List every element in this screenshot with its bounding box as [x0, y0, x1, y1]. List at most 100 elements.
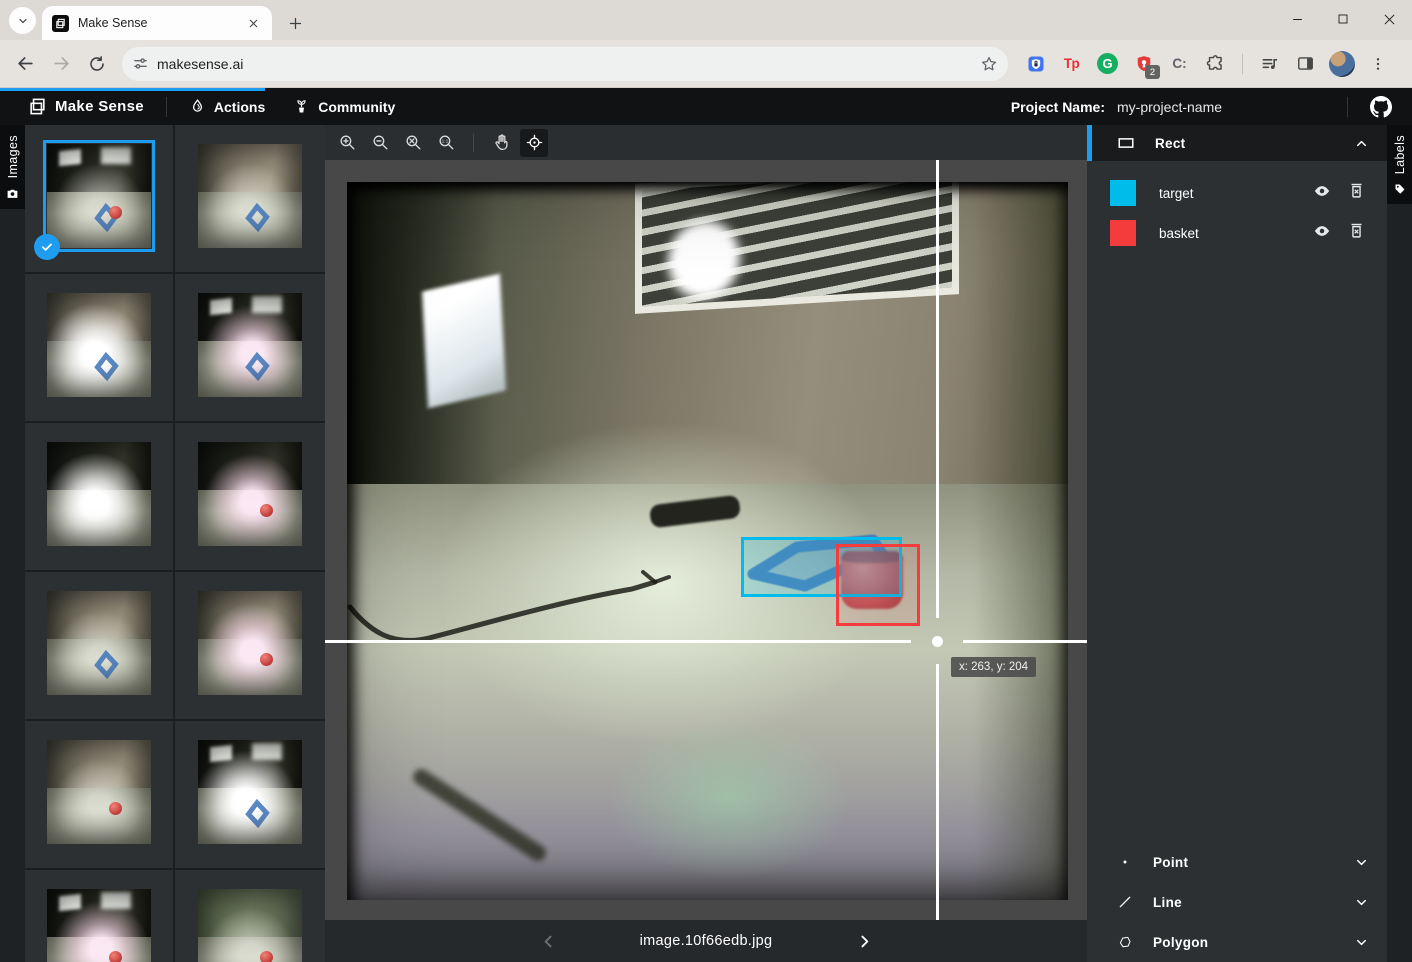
labels-tab[interactable]: Labels	[1387, 125, 1412, 204]
image-thumbnail[interactable]	[25, 572, 175, 721]
label-row-basket[interactable]: basket	[1087, 213, 1387, 253]
tp-extension-icon[interactable]: Tp	[1056, 48, 1087, 79]
forward-button[interactable]	[44, 47, 78, 81]
thumbnail[interactable]	[47, 740, 151, 844]
images-tab[interactable]: Images	[0, 125, 25, 209]
thumbnail[interactable]	[198, 591, 302, 695]
image-thumbnail[interactable]	[25, 274, 175, 423]
zoom-out-button[interactable]	[366, 129, 394, 157]
project-name-label: Project Name:	[1011, 99, 1105, 115]
label-name: basket	[1159, 226, 1301, 241]
next-image-button[interactable]	[849, 926, 879, 956]
image-thumbnail[interactable]	[175, 423, 325, 572]
close-button[interactable]	[1366, 0, 1412, 38]
annotation-rect-basket[interactable]	[836, 544, 920, 626]
toolbar-separator	[1242, 54, 1243, 74]
toggle-visibility-button[interactable]	[1309, 180, 1335, 206]
colorpick-extension-icon[interactable]: C:	[1164, 48, 1195, 79]
tab-search-button[interactable]	[9, 7, 36, 34]
extensions-area: Tp G 2 C:	[1020, 48, 1393, 79]
bookmark-star-icon[interactable]	[980, 55, 998, 73]
extensions-puzzle-icon[interactable]	[1200, 48, 1231, 79]
image-thumbnail[interactable]	[25, 721, 175, 870]
thumbnail[interactable]	[198, 740, 302, 844]
project-name-group: Project Name: my-project-name	[1011, 99, 1347, 115]
minimize-button[interactable]	[1274, 0, 1320, 38]
browser-menu-kebab-icon[interactable]	[1362, 48, 1393, 79]
reload-button[interactable]	[80, 47, 114, 81]
project-name-input[interactable]: my-project-name	[1117, 99, 1347, 115]
chevron-down-icon	[17, 15, 29, 27]
labels-tab-label: Labels	[1393, 135, 1407, 174]
toggle-visibility-button[interactable]	[1309, 220, 1335, 246]
image-thumbnail[interactable]	[175, 572, 325, 721]
chevron-up-icon	[1354, 136, 1369, 151]
profile-avatar[interactable]	[1326, 48, 1357, 79]
new-tab-button[interactable]	[283, 11, 307, 35]
point-icon	[1117, 854, 1133, 870]
eye-icon	[1313, 182, 1331, 205]
thumbnail[interactable]	[198, 889, 302, 962]
plant-icon	[293, 98, 310, 115]
browser-titlebar: Make Sense	[0, 0, 1412, 40]
thumbnail-selected[interactable]	[47, 144, 151, 248]
workspace: Images 1:1	[0, 125, 1412, 962]
image-thumbnail[interactable]	[175, 274, 325, 423]
thumbnail[interactable]	[198, 293, 302, 397]
menu-community[interactable]: Community	[293, 98, 395, 115]
chevron-left-icon	[540, 933, 557, 950]
browser-tab[interactable]: Make Sense	[42, 6, 272, 40]
right-strip: Labels	[1387, 125, 1412, 962]
thumbnail[interactable]	[198, 442, 302, 546]
thumbnail[interactable]	[47, 591, 151, 695]
zoom-one-to-one-button[interactable]: 1:1	[432, 129, 460, 157]
image-thumbnail[interactable]	[175, 870, 325, 962]
maximize-button[interactable]	[1320, 0, 1366, 38]
crosshair-line-v-top	[936, 160, 939, 618]
delete-label-button[interactable]	[1343, 180, 1369, 206]
tab-title: Make Sense	[78, 16, 236, 30]
image-thumbnail[interactable]	[25, 125, 175, 274]
thumbnail[interactable]	[198, 144, 302, 248]
back-button[interactable]	[8, 47, 42, 81]
image-thumbnail[interactable]	[25, 423, 175, 572]
rect-section-header[interactable]: Rect	[1087, 125, 1387, 161]
line-section-header[interactable]: Line	[1087, 882, 1387, 922]
image-thumbnail[interactable]	[175, 125, 325, 274]
thumbnail[interactable]	[47, 442, 151, 546]
tune-icon	[132, 55, 149, 72]
crosshair-cursor-button[interactable]	[520, 129, 548, 157]
tab-close-icon[interactable]	[245, 15, 262, 32]
pan-hand-button[interactable]	[487, 129, 515, 157]
zoom-in-button[interactable]	[333, 129, 361, 157]
labels-panel: Rect target basket Point Line Polygon	[1087, 125, 1387, 962]
previous-image-button[interactable]	[533, 926, 563, 956]
github-link[interactable]	[1370, 96, 1392, 118]
actions-label: Actions	[214, 99, 265, 115]
grammarly-extension-icon[interactable]: G	[1092, 48, 1123, 79]
menu-actions[interactable]: Actions	[189, 98, 265, 115]
delete-label-button[interactable]	[1343, 220, 1369, 246]
image-thumbnail[interactable]	[175, 721, 325, 870]
password-manager-extension-icon[interactable]	[1020, 48, 1051, 79]
thumbnail[interactable]	[47, 889, 151, 962]
point-section-header[interactable]: Point	[1087, 842, 1387, 882]
left-strip: Images	[0, 125, 25, 962]
zoom-fit-button[interactable]	[399, 129, 427, 157]
polygon-section-header[interactable]: Polygon	[1087, 922, 1387, 962]
media-playlist-icon[interactable]	[1254, 48, 1285, 79]
label-color-swatch	[1110, 180, 1136, 206]
images-list	[25, 125, 325, 962]
side-panel-icon[interactable]	[1290, 48, 1321, 79]
makesense-brand[interactable]: Make Sense	[28, 97, 144, 116]
images-tab-label: Images	[6, 135, 20, 178]
annotation-canvas[interactable]: x: 263, y: 204	[325, 160, 1087, 920]
label-row-target[interactable]: target	[1087, 173, 1387, 213]
toolbar-separator	[473, 134, 474, 152]
shield-extension-icon[interactable]: 2	[1128, 48, 1159, 79]
thumbnail[interactable]	[47, 293, 151, 397]
line-icon	[1117, 894, 1133, 910]
url-bar[interactable]: makesense.ai	[122, 47, 1008, 81]
section-title: Line	[1153, 895, 1182, 910]
image-thumbnail[interactable]	[25, 870, 175, 962]
